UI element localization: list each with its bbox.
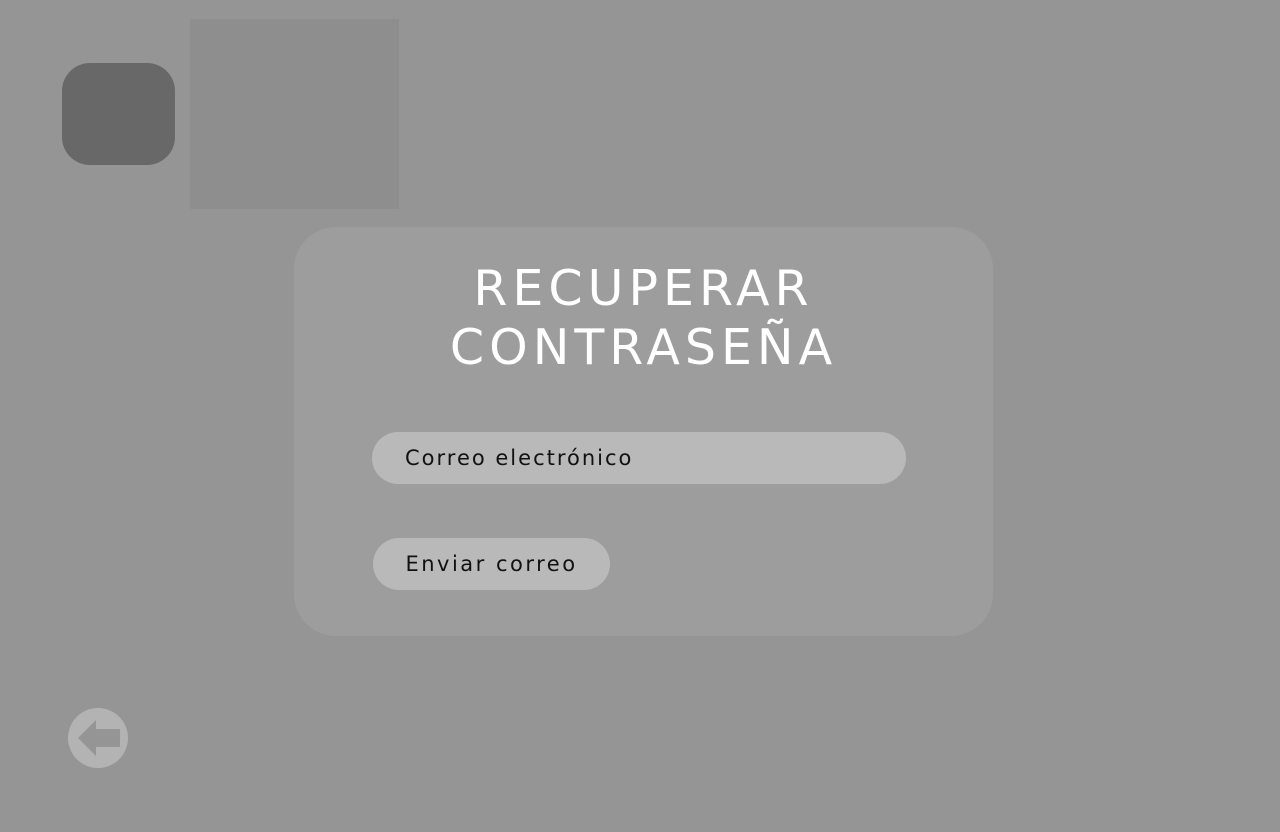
back-button[interactable]	[68, 708, 128, 768]
recover-password-card: RECUPERAR CONTRASEÑA Enviar correo	[294, 227, 993, 636]
email-field[interactable]	[372, 432, 906, 484]
arrow-left-icon	[78, 720, 120, 756]
logo-placeholder	[62, 63, 175, 165]
image-placeholder	[190, 19, 399, 209]
page-title: RECUPERAR CONTRASEÑA	[294, 259, 993, 377]
title-line-2: CONTRASEÑA	[449, 319, 838, 376]
send-email-button[interactable]: Enviar correo	[373, 538, 610, 590]
title-line-1: RECUPERAR	[473, 260, 814, 317]
